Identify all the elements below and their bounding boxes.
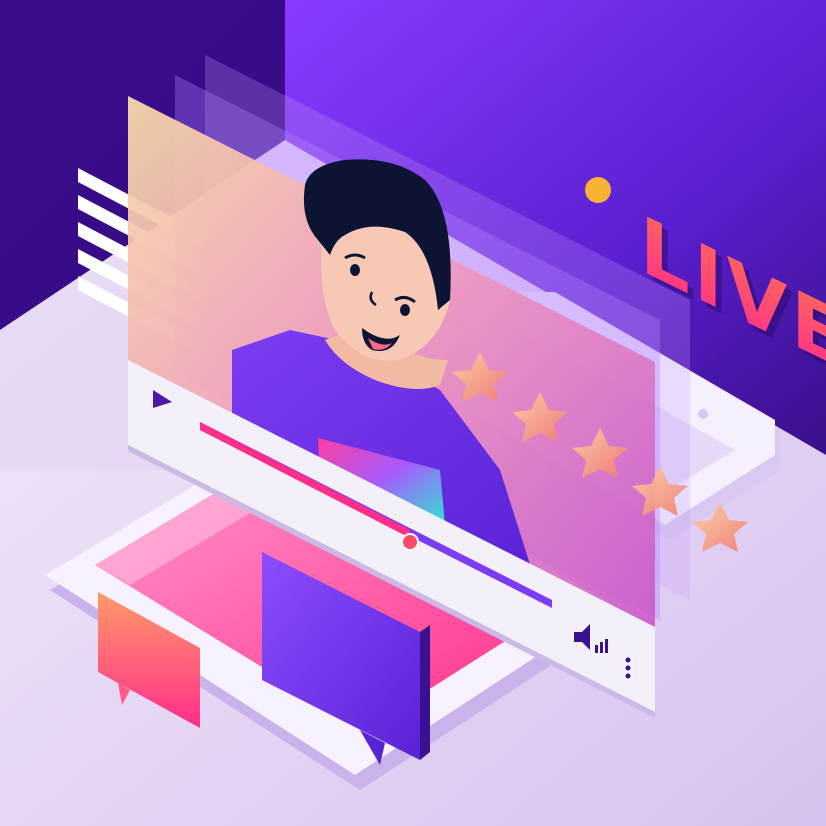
progress-thumb[interactable]: [401, 533, 419, 551]
live-dot: [585, 177, 611, 203]
more-options-icon[interactable]: [625, 657, 631, 679]
live-stream-illustration: LIVE LIVE: [0, 0, 826, 826]
